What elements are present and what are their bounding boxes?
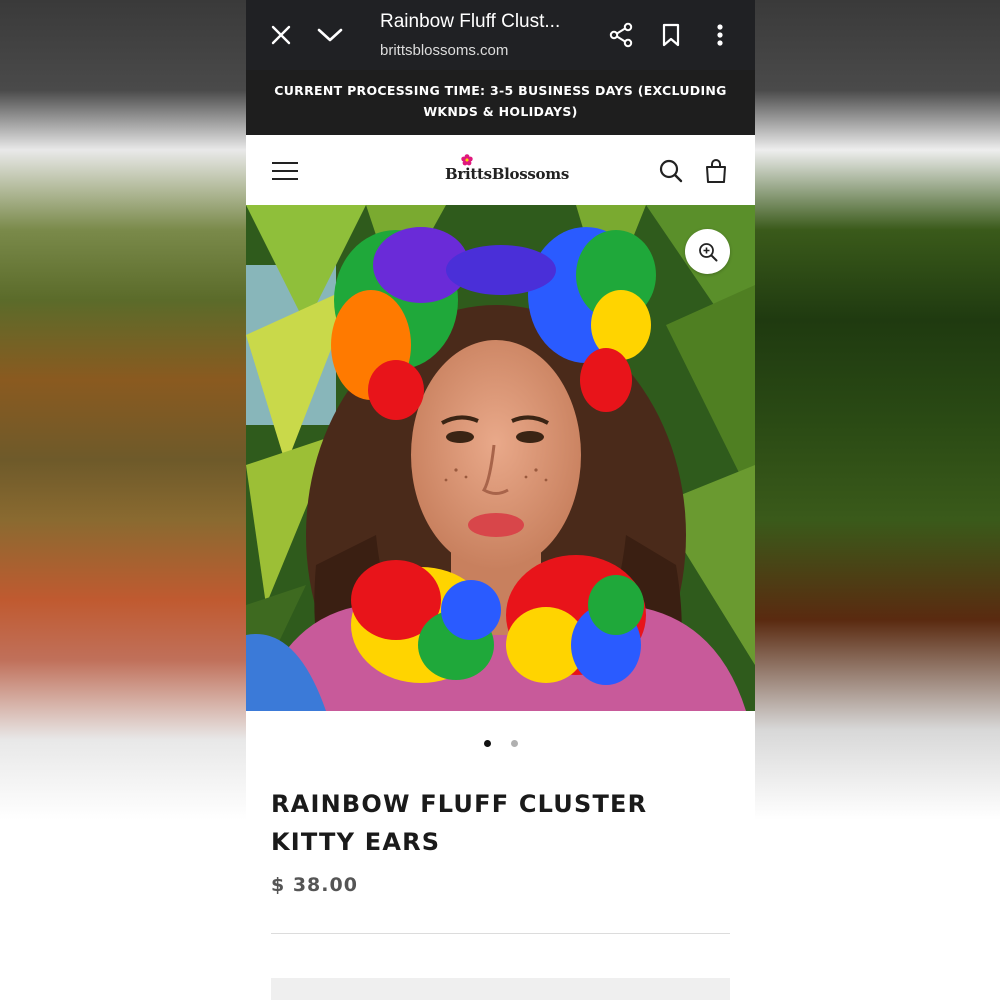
chevron-down-icon[interactable] bbox=[310, 15, 350, 55]
close-icon[interactable] bbox=[261, 15, 301, 55]
menu-icon[interactable] bbox=[269, 155, 301, 187]
search-icon[interactable] bbox=[655, 155, 687, 187]
product-price: $ 38.00 bbox=[271, 874, 358, 896]
bookmark-icon[interactable] bbox=[651, 15, 691, 55]
announcement-bar: CURRENT PROCESSING TIME: 3-5 BUSINESS DA… bbox=[246, 70, 755, 135]
carousel-dot-1[interactable] bbox=[483, 740, 491, 747]
site-header: BrittsBlossoms bbox=[246, 135, 755, 206]
carousel-dot-2[interactable] bbox=[510, 740, 518, 747]
info-notice-box bbox=[271, 978, 730, 1000]
divider bbox=[271, 933, 730, 934]
blurred-backdrop-right bbox=[754, 0, 1000, 1000]
logo-text: BrittsBlossoms bbox=[445, 165, 569, 183]
cart-icon[interactable] bbox=[700, 155, 732, 187]
carousel-dots bbox=[246, 740, 755, 752]
share-icon[interactable] bbox=[601, 15, 641, 55]
site-logo[interactable]: BrittsBlossoms bbox=[445, 154, 569, 187]
tab-title: Rainbow Fluff Clust... bbox=[380, 11, 561, 32]
product-image[interactable] bbox=[246, 205, 755, 711]
zoom-in-icon bbox=[698, 242, 717, 261]
product-photo-illustration bbox=[246, 205, 755, 711]
zoom-button[interactable] bbox=[685, 229, 730, 274]
tab-url: brittsblossoms.com bbox=[380, 42, 509, 59]
more-vert-icon[interactable] bbox=[700, 15, 740, 55]
browser-toolbar: Rainbow Fluff Clust... brittsblossoms.co… bbox=[246, 0, 755, 70]
mobile-browser-viewport: Rainbow Fluff Clust... brittsblossoms.co… bbox=[246, 0, 755, 1000]
product-title: RAINBOW FLUFF CLUSTER KITTY EARS bbox=[271, 790, 648, 856]
